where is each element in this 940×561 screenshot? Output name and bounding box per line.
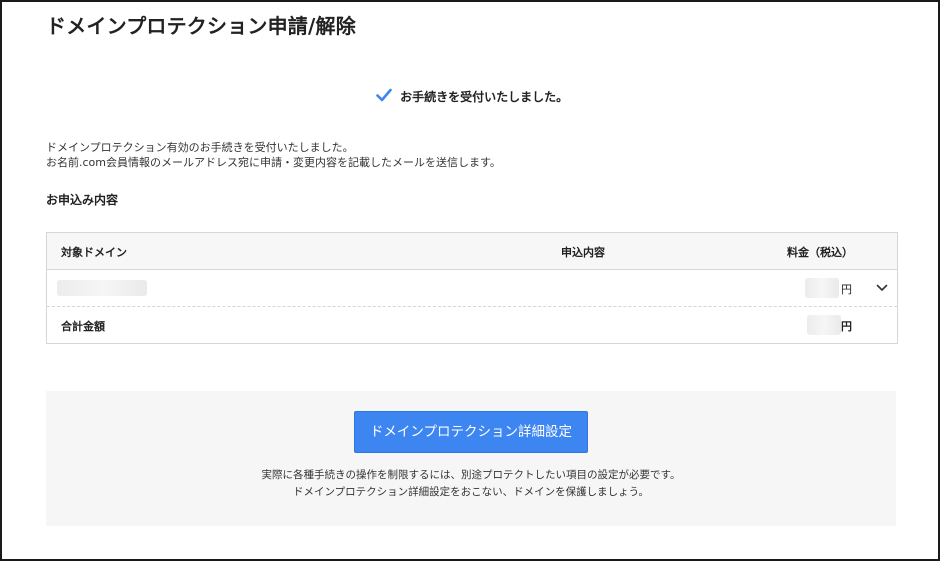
table-header: 対象ドメイン 申込内容 料金（税込） <box>47 233 897 270</box>
chevron-down-icon[interactable] <box>875 280 889 294</box>
page-title: ドメインプロテクション申請/解除 <box>46 14 356 38</box>
description-line-1: ドメインプロテクション有効のお手続きを受付いたしました。 <box>46 141 354 154</box>
fee-yen-unit: 円 <box>841 283 852 296</box>
column-header-content: 申込内容 <box>561 246 605 259</box>
table-row-total: 合計金額 円 <box>47 307 897 343</box>
order-section-title: お申込み内容 <box>46 193 119 207</box>
completion-text: お手続きを受付いたしました。 <box>400 90 569 104</box>
description: ドメインプロテクション有効のお手続きを受付いたしました。 お名前.com会員情報… <box>46 140 501 170</box>
redacted-domain-name <box>57 280 147 296</box>
check-icon <box>376 88 392 105</box>
protection-note-line-2: ドメインプロテクション詳細設定をおこない、ドメインを保護しましょう。 <box>292 486 650 498</box>
order-table: 対象ドメイン 申込内容 料金（税込） 円 合計金額 円 <box>46 232 898 344</box>
page-frame: ドメインプロテクション申請/解除 お手続きを受付いたしました。 ドメインプロテク… <box>0 0 940 561</box>
completion-message: お手続きを受付いたしました。 <box>2 88 940 105</box>
total-label: 合計金額 <box>61 320 105 333</box>
redacted-total-amount <box>807 315 841 335</box>
column-header-fee: 料金（税込） <box>787 246 853 259</box>
total-yen-unit: 円 <box>841 320 852 333</box>
protection-settings-panel: ドメインプロテクション詳細設定 実際に各種手続きの操作を制限するには、別途プロテ… <box>46 391 896 526</box>
description-line-2: お名前.com会員情報のメールアドレス宛に申請・変更内容を記載したメールを送信し… <box>46 156 501 169</box>
column-header-domain: 対象ドメイン <box>61 246 127 259</box>
protection-note-line-1: 実際に各種手続きの操作を制限するには、別途プロテクトしたい項目の設定が必要です。 <box>261 469 681 481</box>
redacted-fee-amount <box>805 278 839 298</box>
table-row[interactable]: 円 <box>47 270 897 307</box>
protection-note: 実際に各種手続きの操作を制限するには、別途プロテクトしたい項目の設定が必要です。… <box>46 467 896 501</box>
protection-detail-settings-button[interactable]: ドメインプロテクション詳細設定 <box>354 411 588 453</box>
